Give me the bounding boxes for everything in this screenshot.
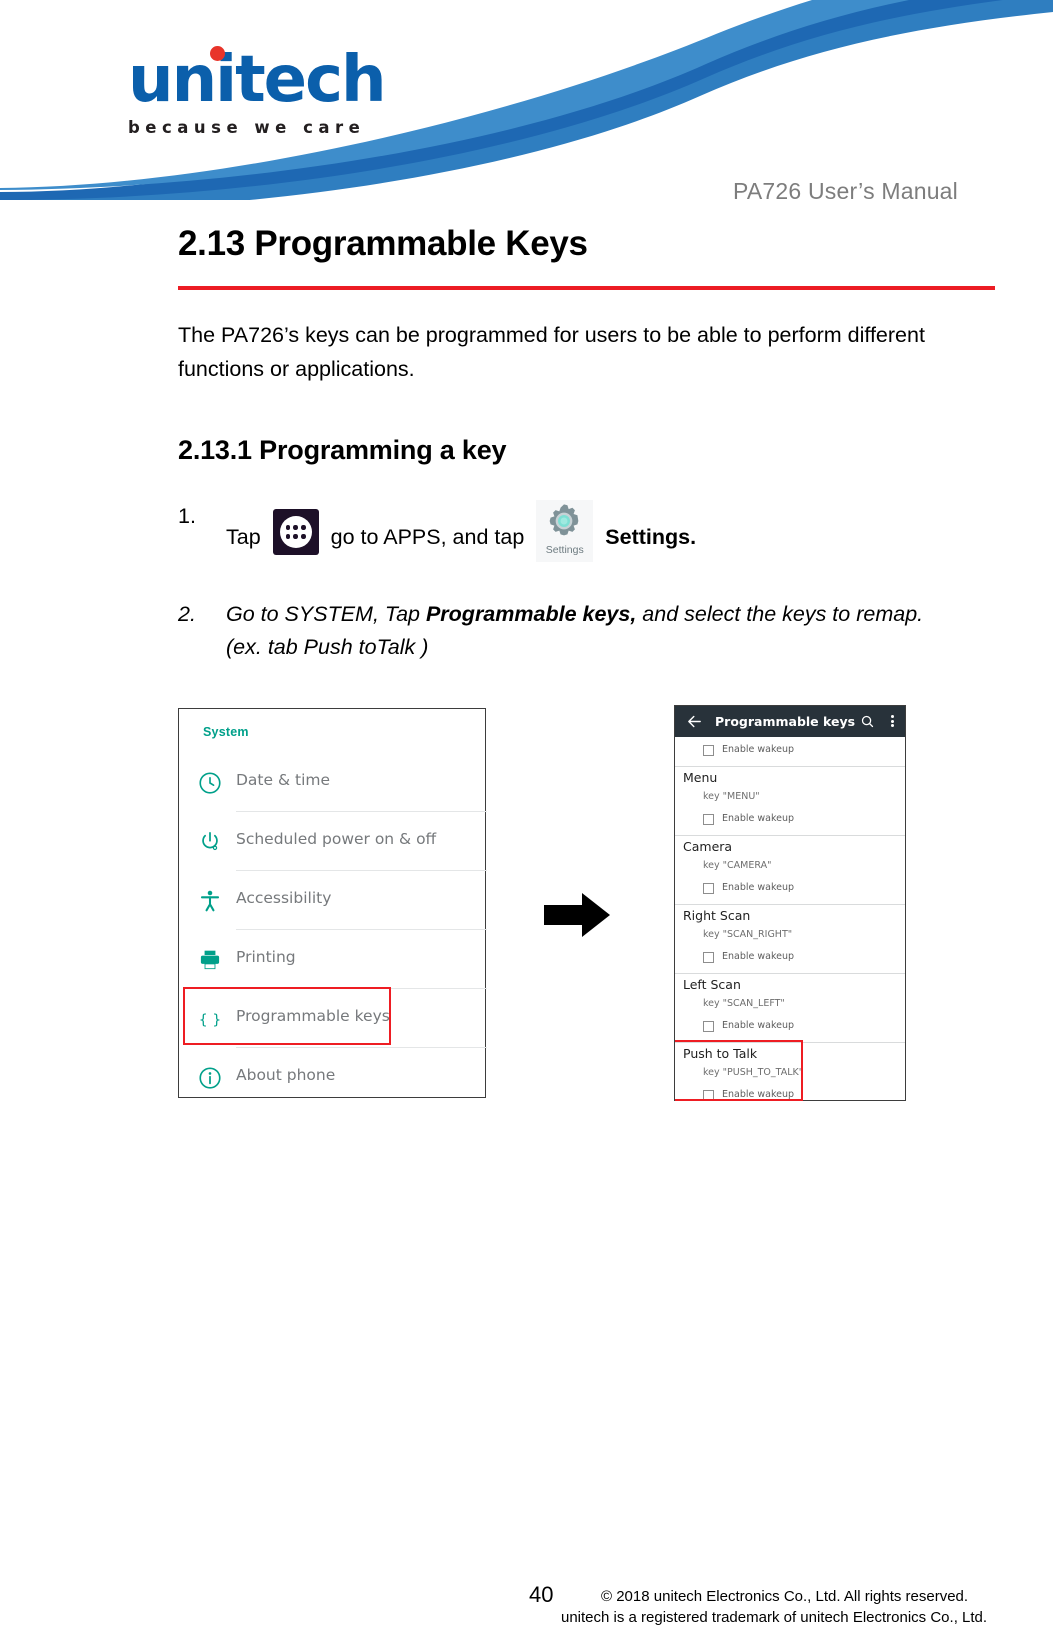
pk-key-value: key "SCAN_LEFT" bbox=[703, 998, 785, 1009]
overflow-menu-icon[interactable] bbox=[891, 714, 895, 730]
section-divider-rule bbox=[178, 285, 995, 290]
page-content: 2.13 Programmable Keys The PA726’s keys … bbox=[0, 224, 1053, 665]
settings-row-printing[interactable]: Printing bbox=[179, 930, 487, 989]
pk-section-title: Camera bbox=[683, 839, 733, 854]
page-footer: 40 © 2018 unitech Electronics Co., Ltd. … bbox=[0, 1582, 1053, 1642]
pk-entry-menu[interactable]: Menu key "MENU" Enable wakeup bbox=[675, 767, 905, 835]
pk-entry-camera[interactable]: Camera key "CAMERA" Enable wakeup bbox=[675, 836, 905, 904]
checkbox-box bbox=[703, 883, 714, 894]
printer-icon bbox=[197, 947, 223, 973]
pk-section-title: Right Scan bbox=[683, 908, 751, 923]
figure-group: System Date & time Scheduled power on & … bbox=[0, 705, 1053, 1105]
app-bar: Programmable keys bbox=[675, 706, 905, 737]
logo-red-dot-icon bbox=[210, 46, 225, 61]
copyright-line-2: unitech is a registered trademark of uni… bbox=[561, 1609, 988, 1626]
back-arrow-icon[interactable] bbox=[686, 713, 703, 730]
settings-gear-icon[interactable]: Settings bbox=[536, 500, 594, 563]
checkbox-box bbox=[703, 952, 714, 963]
right-arrow-icon bbox=[544, 893, 610, 937]
apps-grid-icon[interactable] bbox=[272, 509, 319, 556]
step-1-text-settings: Settings. bbox=[605, 525, 697, 550]
settings-icon-label: Settings bbox=[545, 543, 584, 556]
enable-wakeup-checkbox[interactable]: Enable wakeup bbox=[703, 744, 903, 760]
highlight-box-programmable-keys bbox=[183, 987, 391, 1045]
screenshot-programmable-keys: Programmable keys Enable wakeup Menu key… bbox=[674, 705, 906, 1101]
step-1-text-a: Tap bbox=[226, 525, 261, 550]
pk-key-value: key "SCAN_RIGHT" bbox=[703, 929, 793, 940]
enable-wakeup-checkbox[interactable]: Enable wakeup bbox=[703, 882, 903, 898]
screenshot-system-settings: System Date & time Scheduled power on & … bbox=[178, 708, 487, 1098]
section-heading: 2.13 Programmable Keys bbox=[178, 224, 588, 263]
step-2-text-a: Go to SYSTEM, Tap bbox=[226, 602, 426, 627]
pk-entry-right-scan[interactable]: Right Scan key "SCAN_RIGHT" Enable wakeu… bbox=[675, 905, 905, 973]
enable-wakeup-checkbox[interactable]: Enable wakeup bbox=[703, 951, 903, 967]
checkbox-label: Enable wakeup bbox=[722, 951, 795, 962]
settings-row-label: Printing bbox=[236, 948, 296, 966]
step-2-text-b: and select the keys to remap. bbox=[636, 602, 924, 627]
power-icon bbox=[197, 829, 223, 855]
pk-entry-left-scan[interactable]: Left Scan key "SCAN_LEFT" Enable wakeup bbox=[675, 974, 905, 1042]
accessibility-icon bbox=[197, 888, 223, 914]
step-1-text-b: go to APPS, and tap bbox=[330, 525, 525, 550]
enable-wakeup-checkbox[interactable]: Enable wakeup bbox=[703, 813, 903, 829]
step-2-text-line2: (ex. tab Push toTalk ) bbox=[226, 635, 429, 660]
step-2-text-bold: Programmable keys, bbox=[425, 602, 637, 627]
checkbox-box bbox=[703, 1021, 714, 1032]
enable-wakeup-checkbox[interactable]: Enable wakeup bbox=[703, 1020, 903, 1036]
settings-row-label: About phone bbox=[236, 1066, 336, 1084]
step-1-body: Tap go to APPS, and tap Settings Setting… bbox=[226, 500, 1008, 563]
manual-title: PA726 User’s Manual bbox=[733, 178, 958, 204]
settings-row-label: Accessibility bbox=[236, 889, 332, 907]
settings-row-label: Scheduled power on & off bbox=[236, 830, 437, 848]
clock-icon bbox=[197, 770, 223, 796]
copyright-line-1: © 2018 unitech Electronics Co., Ltd. All… bbox=[601, 1588, 969, 1605]
unitech-logo: unitech because we care bbox=[128, 43, 458, 137]
pk-entry-0: Enable wakeup bbox=[675, 737, 905, 766]
step-1-number: 1. bbox=[178, 504, 196, 529]
settings-row-about-phone[interactable]: About phone bbox=[179, 1048, 487, 1107]
highlight-box-push-to-talk bbox=[675, 1040, 803, 1101]
settings-row-label: Date & time bbox=[236, 771, 331, 789]
system-section-label: System bbox=[203, 725, 249, 739]
step-2-body: Go to SYSTEM, Tap Programmable keys, and… bbox=[226, 598, 1008, 665]
page-number: 40 bbox=[529, 1582, 554, 1607]
app-bar-title: Programmable keys bbox=[715, 714, 856, 729]
step-1: 1. Tap go to APPS, and tap Settings Sett… bbox=[178, 500, 1008, 563]
checkbox-label: Enable wakeup bbox=[722, 744, 795, 755]
checkbox-box bbox=[703, 745, 714, 756]
search-icon[interactable] bbox=[860, 714, 875, 729]
subsection-heading: 2.13.1 Programming a key bbox=[178, 435, 507, 466]
checkbox-label: Enable wakeup bbox=[722, 1020, 795, 1031]
checkbox-label: Enable wakeup bbox=[722, 813, 795, 824]
page-header: unitech because we care PA726 User’s Man… bbox=[0, 0, 1053, 225]
gear-glyph bbox=[549, 504, 579, 536]
step-2: 2. Go to SYSTEM, Tap Programmable keys, … bbox=[178, 598, 1008, 665]
pk-key-value: key "MENU" bbox=[703, 791, 760, 802]
logo-tagline: because we care bbox=[128, 118, 366, 137]
apps-icon-dots bbox=[285, 525, 306, 539]
step-2-number: 2. bbox=[178, 602, 196, 627]
info-icon bbox=[197, 1065, 223, 1091]
logo-wordmark: unitech bbox=[128, 43, 387, 117]
pk-section-title: Menu bbox=[683, 770, 718, 785]
pk-section-title: Left Scan bbox=[683, 977, 741, 992]
settings-row-scheduled-power[interactable]: Scheduled power on & off bbox=[179, 812, 487, 871]
steps-list: 1. Tap go to APPS, and tap Settings Sett… bbox=[0, 500, 1053, 665]
checkbox-box bbox=[703, 814, 714, 825]
checkbox-label: Enable wakeup bbox=[722, 882, 795, 893]
settings-row-date-time[interactable]: Date & time bbox=[179, 753, 487, 812]
settings-row-accessibility[interactable]: Accessibility bbox=[179, 871, 487, 930]
section-intro-paragraph: The PA726’s keys can be programmed for u… bbox=[178, 322, 925, 382]
pk-key-value: key "CAMERA" bbox=[703, 860, 772, 871]
